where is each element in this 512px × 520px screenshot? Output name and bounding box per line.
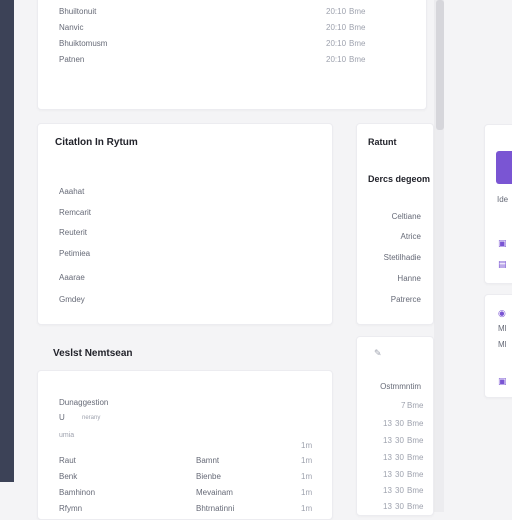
vendor-label-prefix: U: [59, 413, 65, 422]
details-item[interactable]: Hanne: [397, 274, 421, 283]
citation-item[interactable]: Gmdey: [59, 295, 85, 304]
schedule-minute: 7: [401, 401, 406, 410]
list-item-unit: Bme: [349, 23, 366, 32]
card-subtitle: Dercs degeom: [368, 174, 431, 184]
table-cell: 1m: [301, 456, 313, 465]
list-item-time: 20:10: [326, 39, 347, 48]
citation-card: Citatlon In Rytum Aaahat Remcarit Reuter…: [37, 123, 333, 325]
primary-action-button[interactable]: [496, 151, 512, 184]
location-icon[interactable]: ◉: [498, 309, 506, 318]
list-item-time: 20:10: [326, 23, 347, 32]
schedule-hour: 13: [383, 419, 392, 428]
table-cell: Raut: [59, 456, 76, 465]
table-cell: Bamnt: [196, 456, 220, 465]
schedule-hour: 13: [383, 436, 392, 445]
schedule-unit: Bme: [407, 436, 424, 445]
citation-item[interactable]: Aaahat: [59, 187, 84, 196]
calendar-icon[interactable]: ▣: [498, 239, 507, 248]
list-item-unit: Bme: [349, 39, 366, 48]
scrollbar-thumb[interactable]: [436, 0, 444, 130]
table-cell: 1m: [301, 488, 313, 497]
list-item-label: Nanvic: [59, 23, 84, 32]
table-cell: 1m: [301, 472, 313, 481]
side-panel-lower-label: Ml: [498, 324, 507, 333]
schedule-card: ✎ Ostmmntim 7 Bme 13 30 Bme 13 30 Bme 13…: [356, 336, 434, 516]
schedule-hour: 13: [383, 470, 392, 479]
section-title: Veslst Nemtsean: [53, 348, 133, 359]
table-cell: Bamhinon: [59, 488, 96, 497]
list-item-unit: Bme: [349, 7, 366, 16]
schedule-unit: Bme: [407, 502, 424, 511]
list-item-time: 20:10: [326, 55, 347, 64]
side-panel-lower-label: Ml: [498, 340, 507, 349]
schedule-hour: 13: [383, 453, 392, 462]
schedule-minute: 30: [395, 470, 404, 479]
card-title: Ratunt: [368, 137, 397, 147]
list-item-label: Bhuiktomusm: [59, 39, 108, 48]
schedule-unit: Bme: [407, 470, 424, 479]
schedule-minute: 30: [395, 502, 404, 511]
side-panel-label: Ide: [497, 195, 509, 204]
message-icon[interactable]: ▤: [498, 260, 507, 269]
card-title: Citatlon In Rytum: [55, 137, 138, 148]
list-item-time: 20:10: [326, 7, 347, 16]
citation-item[interactable]: Reuterit: [59, 228, 87, 237]
vendor-label: Dunaggestion: [59, 398, 109, 407]
details-item[interactable]: Stetilhadie: [384, 253, 421, 262]
schedule-minute: 30: [395, 453, 404, 462]
details-card: Ratunt Dercs degeom Celtiane Atrice Stet…: [356, 123, 434, 325]
citation-item[interactable]: Remcarit: [59, 208, 91, 217]
details-item[interactable]: Celtiane: [392, 212, 421, 221]
list-item-unit: Bme: [349, 55, 366, 64]
schedule-unit: Bme: [407, 401, 424, 410]
citation-item[interactable]: Aaarae: [59, 273, 85, 282]
schedule-unit: Bme: [407, 453, 424, 462]
list-item-label: Bhuiltonuit: [59, 7, 97, 16]
pencil-icon[interactable]: ✎: [374, 349, 382, 358]
top-list-card: Bhuiltonuit 20:10 Bme Nanvic 20:10 Bme B…: [37, 0, 427, 110]
list-item-label: Patnen: [59, 55, 85, 64]
vendor-header-value: 1m: [301, 441, 313, 450]
details-item[interactable]: Atrice: [401, 232, 421, 241]
vendor-card: Dunaggestion U nerany umia 1m Raut Bamnt…: [37, 370, 333, 520]
schedule-hour: 13: [383, 486, 392, 495]
details-item[interactable]: Patrerce: [391, 295, 421, 304]
table-cell: Bienbe: [196, 472, 221, 481]
vendor-label-suffix: nerany: [82, 415, 101, 421]
vendor-sub-label: umia: [59, 432, 75, 439]
schedule-unit: Bme: [407, 486, 424, 495]
schedule-hour: 13: [383, 502, 392, 511]
citation-item[interactable]: Petimiea: [59, 249, 90, 258]
schedule-header: Ostmmntim: [380, 382, 421, 391]
schedule-minute: 30: [395, 436, 404, 445]
schedule-unit: Bme: [407, 419, 424, 428]
table-cell: Mevainam: [196, 488, 233, 497]
schedule-minute: 30: [395, 486, 404, 495]
schedule-minute: 30: [395, 419, 404, 428]
left-nav-bar: [0, 0, 14, 482]
image-icon[interactable]: ▣: [498, 377, 507, 386]
table-cell: Benk: [59, 472, 78, 481]
